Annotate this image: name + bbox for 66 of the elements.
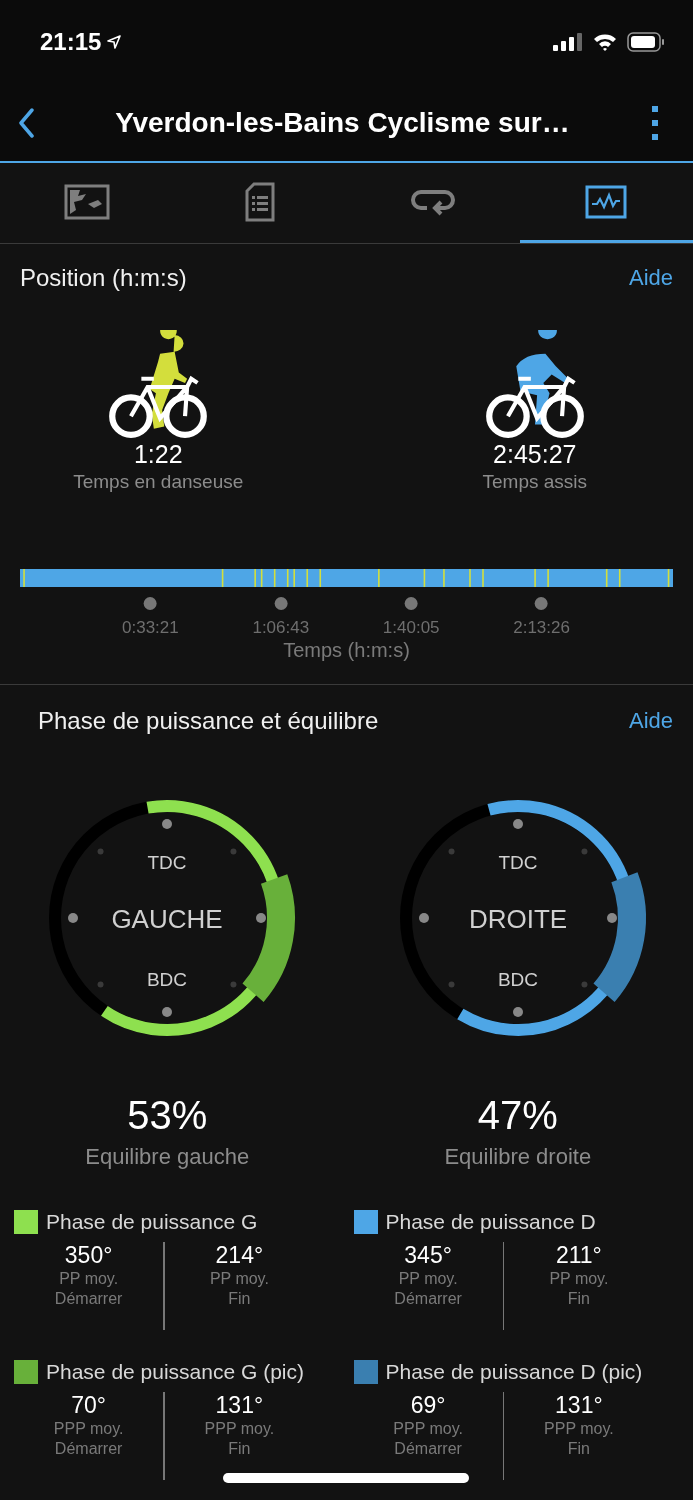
- metric-value: 131°: [555, 1392, 603, 1419]
- activity-title: Yverdon-les-Bains Cyclisme sur…: [114, 106, 571, 139]
- stat-value: 1:22: [133, 440, 183, 469]
- tick-label: 0:33:21: [122, 618, 179, 638]
- metric-sublabel: Fin: [567, 1289, 590, 1309]
- metric-sublabel: Fin: [228, 1289, 251, 1309]
- map-icon: [63, 183, 110, 220]
- metric-value: 69°: [410, 1392, 446, 1419]
- ring-side-label: DROITE: [468, 904, 567, 934]
- metric-label: PP moy.: [549, 1269, 609, 1289]
- section-title: Position (h:m:s): [20, 264, 187, 292]
- tick-dot: [404, 597, 418, 610]
- metric-sublabel: Démarrer: [394, 1439, 462, 1459]
- ring-side-label: GAUCHE: [111, 904, 223, 934]
- status-time: 21:15: [40, 28, 102, 56]
- stat-label: Temps en danseuse: [73, 471, 244, 493]
- metric-value: 345°: [404, 1242, 452, 1269]
- metric-label: PP moy.: [398, 1269, 458, 1289]
- location-arrow-icon: [107, 35, 122, 49]
- legend-title: Phase de puissance G (pic): [46, 1360, 304, 1384]
- ring-bottom-label: BDC: [147, 969, 188, 990]
- ring-top-label: TDC: [147, 852, 187, 873]
- stat-label: Temps assis: [482, 471, 587, 493]
- battery-icon: [627, 32, 665, 52]
- tick-dot: [274, 597, 288, 610]
- balance-percent: 47%: [477, 1093, 558, 1138]
- balance-percent: 53%: [127, 1093, 208, 1138]
- metric-sublabel: Fin: [567, 1439, 590, 1459]
- metric-label: PPP moy.: [204, 1419, 275, 1439]
- ring-top-label: TDC: [498, 852, 538, 873]
- metric-sublabel: Démarrer: [394, 1289, 462, 1309]
- metric-value: 70°: [71, 1392, 106, 1419]
- document-list-icon: [244, 181, 275, 222]
- tick-dot: [535, 597, 549, 610]
- metric-label: PP moy.: [59, 1269, 119, 1289]
- tick-label: 2:13:26: [513, 618, 570, 638]
- tick-label: 1:40:05: [382, 618, 440, 638]
- help-link[interactable]: Aide: [628, 708, 673, 734]
- balance-label: Equilibre droite: [444, 1144, 592, 1170]
- tick-label: 1:06:43: [252, 618, 310, 638]
- metric-value: 131°: [215, 1392, 264, 1419]
- metric-sublabel: Démarrer: [54, 1439, 123, 1459]
- chevron-left-icon: [18, 107, 34, 138]
- signal-icon: [553, 33, 583, 51]
- legend-title: Phase de puissance D: [385, 1210, 596, 1234]
- metric-value: 214°: [215, 1242, 264, 1269]
- balance-label: Equilibre gauche: [85, 1144, 250, 1170]
- metric-label: PPP moy.: [393, 1419, 463, 1439]
- tick-dot: [143, 597, 157, 610]
- metric-label: PPP moy.: [544, 1419, 614, 1439]
- axis-label: Temps (h:m:s): [282, 639, 411, 662]
- more-icon: [651, 105, 659, 140]
- metric-value: 211°: [555, 1242, 602, 1269]
- help-link[interactable]: Aide: [628, 265, 673, 291]
- wifi-icon: [593, 33, 617, 51]
- legend-title: Phase de puissance G: [46, 1210, 258, 1234]
- ring-bottom-label: BDC: [497, 969, 538, 990]
- stat-value: 2:45:27: [493, 440, 577, 469]
- metric-label: PPP moy.: [53, 1419, 124, 1439]
- metric-value: 350°: [64, 1242, 113, 1269]
- section-title: Phase de puissance et équilibre: [38, 707, 379, 735]
- chart-icon: [585, 184, 628, 219]
- metric-label: PP moy.: [209, 1269, 269, 1289]
- legend-title: Phase de puissance D (pic): [385, 1360, 643, 1384]
- metric-sublabel: Fin: [228, 1439, 251, 1459]
- metric-sublabel: Démarrer: [54, 1289, 123, 1309]
